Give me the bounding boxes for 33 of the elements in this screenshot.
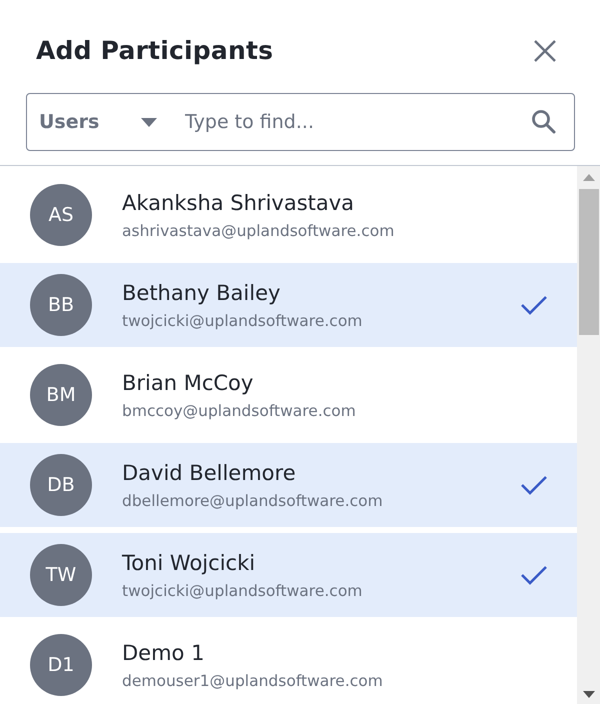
participant-email: dbellemore@uplandsoftware.com <box>122 491 384 512</box>
check-icon <box>521 295 547 315</box>
participant-email: ashrivastava@uplandsoftware.com <box>122 221 396 242</box>
participant-email: demouser1@uplandsoftware.com <box>122 671 384 692</box>
avatar: BB <box>30 274 92 336</box>
filter-dropdown[interactable]: Users <box>27 111 157 133</box>
scrollbar-thumb[interactable] <box>578 189 598 335</box>
participant-name: Toni Wojcicki <box>122 550 256 577</box>
participant-email: bmccoy@uplandsoftware.com <box>122 401 357 422</box>
participant-name: Demo 1 <box>122 640 206 667</box>
participant-name: Akanksha Shrivastava <box>122 190 356 217</box>
search-field[interactable]: Users Type to find... <box>26 93 575 151</box>
avatar: AS <box>30 184 92 246</box>
dialog-title: Add Participants <box>36 36 274 64</box>
participant-name: Brian McCoy <box>122 370 254 397</box>
avatar: D1 <box>30 634 92 696</box>
caret-icon <box>141 118 157 126</box>
participant-name: David Bellemore <box>122 460 297 487</box>
participant-item[interactable]: BB Bethany Bailey twojcicki@uplandsoftware.com <box>0 263 577 347</box>
participant-name: Bethany Bailey <box>122 280 282 307</box>
participant-email: twojcicki@uplandsoftware.com <box>122 581 364 602</box>
scroll-down-icon[interactable] <box>582 691 594 698</box>
avatar: DB <box>30 454 92 516</box>
participant-item[interactable]: TW Toni Wojcicki twojcicki@uplandsoftware.com <box>0 533 577 617</box>
check-icon <box>521 475 547 495</box>
avatar: BM <box>30 364 92 426</box>
participant-email: twojcicki@uplandsoftware.com <box>122 311 364 332</box>
close-icon[interactable] <box>533 39 557 63</box>
scrollbar[interactable] <box>577 166 600 704</box>
search-icon[interactable] <box>531 109 557 135</box>
check-icon <box>521 565 547 585</box>
participant-item[interactable]: DB David Bellemore dbellemore@uplandsoftware.com <box>0 443 577 527</box>
avatar: TW <box>30 544 92 606</box>
